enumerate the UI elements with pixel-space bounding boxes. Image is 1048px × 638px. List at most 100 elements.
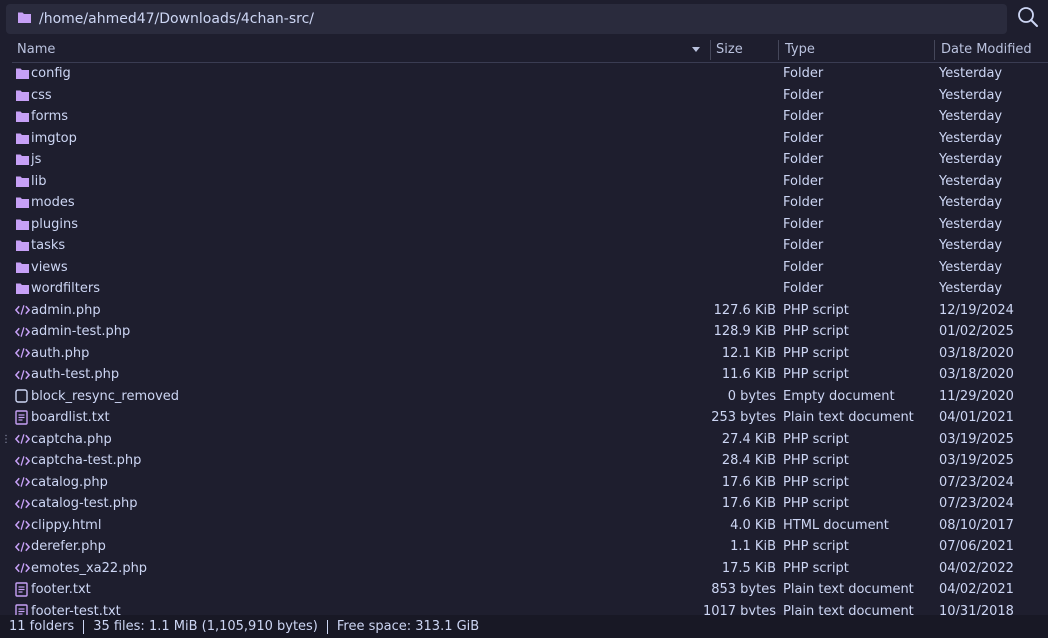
file-row[interactable]: clippy.html 4.0 KiB HTML document 08/10/201… xyxy=(12,515,1048,537)
folder-icon xyxy=(15,63,30,85)
file-type: PHP script xyxy=(783,324,849,339)
folder-icon xyxy=(15,106,30,128)
file-row[interactable]: views Folder Yesterday xyxy=(12,257,1048,279)
code-file-icon xyxy=(15,343,30,365)
file-date: 07/23/2024 xyxy=(939,496,1014,511)
file-name: modes xyxy=(31,195,75,210)
file-date: 01/02/2025 xyxy=(939,324,1014,339)
file-row[interactable]: css Folder Yesterday xyxy=(12,85,1048,107)
file-name: boardlist.txt xyxy=(31,410,110,425)
file-date: 07/06/2021 xyxy=(939,539,1014,554)
file-name: wordfilters xyxy=(31,281,100,296)
file-name: js xyxy=(31,152,42,167)
file-type: Plain text document xyxy=(783,582,914,597)
file-name: captcha-test.php xyxy=(31,453,142,468)
file-row[interactable]: emotes_xa22.php 17.5 KiB PHP script 04/02/2… xyxy=(12,558,1048,580)
file-date: Yesterday xyxy=(939,281,1003,296)
file-date: Yesterday xyxy=(939,87,1003,103)
file-row[interactable]: derefer.php 1.1 KiB PHP script 07/06/2021 xyxy=(12,536,1048,558)
file-size: 12.1 KiB xyxy=(721,345,776,361)
column-divider[interactable] xyxy=(934,40,935,60)
file-type: PHP script xyxy=(783,496,849,511)
folder-icon xyxy=(15,85,30,107)
folder-icon xyxy=(15,214,30,236)
file-type: PHP script xyxy=(783,345,849,361)
file-row[interactable]: wordfilters Folder Yesterday xyxy=(12,278,1048,300)
file-size: 4.0 KiB xyxy=(730,517,776,533)
file-row[interactable]: boardlist.txt 253 bytes Plain text documen… xyxy=(12,407,1048,429)
folder-icon xyxy=(15,257,30,279)
sort-descending-icon[interactable] xyxy=(692,47,700,52)
file-row[interactable]: catalog-test.php 17.6 KiB PHP script 07/23/… xyxy=(12,493,1048,515)
file-size: 127.6 KiB xyxy=(713,302,776,318)
code-file-icon xyxy=(15,558,30,580)
column-type-header[interactable]: Type xyxy=(785,38,815,62)
file-date: 03/19/2025 xyxy=(939,453,1014,468)
search-button[interactable] xyxy=(1014,6,1042,32)
file-date: 08/10/2017 xyxy=(939,517,1014,533)
file-row[interactable]: block_resync_removed 0 bytes Empty documen… xyxy=(12,386,1048,408)
file-count: 35 files: 1.1 MiB (1,105,910 bytes) xyxy=(93,619,318,634)
file-list: config Folder Yesterday css Folder Yesterday f… xyxy=(12,63,1048,615)
code-file-icon xyxy=(15,429,30,451)
file-date: Yesterday xyxy=(939,109,1003,124)
file-row[interactable]: forms Folder Yesterday xyxy=(12,106,1048,128)
file-row[interactable]: config Folder Yesterday xyxy=(12,63,1048,85)
folder-icon xyxy=(15,128,30,150)
code-file-icon xyxy=(15,472,30,494)
file-row[interactable]: captcha.php 27.4 KiB PHP script 03/19/2025 xyxy=(12,429,1048,451)
folder-icon xyxy=(15,171,30,193)
file-type: HTML document xyxy=(783,517,889,533)
file-type: Plain text document xyxy=(783,603,914,616)
column-size-header[interactable]: Size xyxy=(716,38,743,62)
file-row[interactable]: captcha-test.php 28.4 KiB PHP script 03/19/… xyxy=(12,450,1048,472)
file-size: 17.5 KiB xyxy=(721,560,776,576)
column-divider[interactable] xyxy=(710,40,711,60)
file-name: block_resync_removed xyxy=(31,388,180,404)
file-row[interactable]: footer.txt 853 bytes Plain text document 04… xyxy=(12,579,1048,601)
file-size: 1017 bytes xyxy=(702,603,776,616)
file-size: 17.6 KiB xyxy=(721,496,776,511)
file-row[interactable]: modes Folder Yesterday xyxy=(12,192,1048,214)
code-file-icon xyxy=(15,515,30,537)
column-name-header[interactable]: Name xyxy=(17,38,55,62)
file-date: 03/19/2025 xyxy=(939,431,1014,447)
file-size: 0 bytes xyxy=(727,388,776,404)
file-row[interactable]: auth.php 12.1 KiB PHP script 03/18/2020 xyxy=(12,343,1048,365)
file-row[interactable]: auth-test.php 11.6 KiB PHP script 03/18/202… xyxy=(12,364,1048,386)
file-type: Folder xyxy=(783,238,824,253)
file-type: PHP script xyxy=(783,367,849,382)
file-type: Folder xyxy=(783,281,824,296)
panel-resize-handle[interactable]: ⋮ xyxy=(1,435,11,445)
file-date: 04/02/2022 xyxy=(939,560,1014,576)
column-divider[interactable] xyxy=(778,40,779,60)
file-type: PHP script xyxy=(783,453,849,468)
file-type: Folder xyxy=(783,109,824,124)
file-row[interactable]: plugins Folder Yesterday xyxy=(12,214,1048,236)
file-row[interactable]: lib Folder Yesterday xyxy=(12,171,1048,193)
file-row[interactable]: footer-test.txt 1017 bytes Plain text docu… xyxy=(12,601,1048,616)
file-row[interactable]: imgtop Folder Yesterday xyxy=(12,128,1048,150)
file-type: Folder xyxy=(783,259,824,275)
file-type: Folder xyxy=(783,152,824,167)
file-type: Folder xyxy=(783,173,824,189)
file-name: forms xyxy=(31,109,69,124)
file-row[interactable]: admin.php 127.6 KiB PHP script 12/19/2024 xyxy=(12,300,1048,322)
file-row[interactable]: admin-test.php 128.9 KiB PHP script 01/02/2… xyxy=(12,321,1048,343)
column-header: Name Size Type Date Modified xyxy=(12,38,1048,63)
file-type: Plain text document xyxy=(783,410,914,425)
file-type: Empty document xyxy=(783,388,895,404)
file-size: 28.4 KiB xyxy=(721,453,776,468)
file-type: PHP script xyxy=(783,539,849,554)
file-row[interactable]: catalog.php 17.6 KiB PHP script 07/23/2024 xyxy=(12,472,1048,494)
file-row[interactable]: tasks Folder Yesterday xyxy=(12,235,1048,257)
file-date: 10/31/2018 xyxy=(939,603,1014,616)
file-type: PHP script xyxy=(783,474,849,490)
file-name: css xyxy=(31,87,52,103)
file-date: 04/02/2021 xyxy=(939,582,1014,597)
file-row[interactable]: js Folder Yesterday xyxy=(12,149,1048,171)
column-date-header[interactable]: Date Modified xyxy=(941,38,1032,62)
file-date: Yesterday xyxy=(939,238,1003,253)
file-date: Yesterday xyxy=(939,130,1003,146)
path-bar[interactable]: /home/ahmed47/Downloads/4chan-src/ xyxy=(6,4,1007,34)
